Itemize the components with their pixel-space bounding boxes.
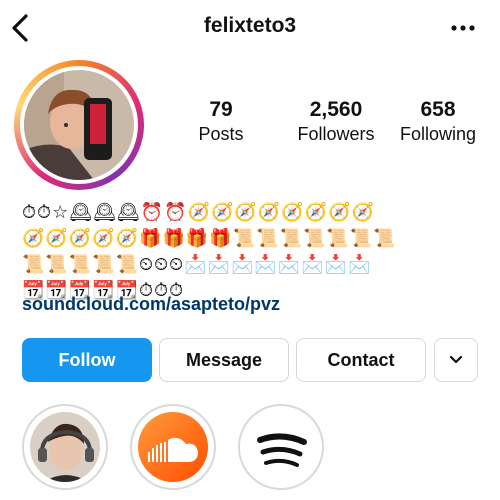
portrait-icon — [30, 412, 100, 482]
highlight-portrait[interactable] — [22, 404, 108, 490]
followers-label: Followers — [297, 124, 375, 144]
bio-link[interactable]: soundcloud.com/asapteto/pvz — [22, 294, 280, 315]
more-options-button[interactable] — [450, 16, 476, 40]
avatar-photo — [24, 70, 134, 180]
posts-label: Posts — [198, 124, 244, 144]
posts-stat[interactable]: 79 Posts — [186, 98, 256, 146]
message-button[interactable]: Message — [159, 338, 289, 382]
follow-button[interactable]: Follow — [22, 338, 152, 382]
profile-username: felixteto3 — [203, 14, 297, 37]
more-horizontal-icon — [451, 25, 475, 31]
soundcloud-icon — [138, 412, 208, 482]
bio-emoji-row: 🧭🧭🧭🧭🧭🎁🎁🎁🎁📜📜📜📜📜📜📜 — [22, 228, 397, 248]
spotify-icon — [246, 412, 316, 482]
avatar-ring-gap — [20, 66, 138, 184]
following-stat[interactable]: 658 Following — [388, 98, 488, 146]
chevron-down-icon — [449, 355, 463, 364]
following-count: 658 — [420, 98, 456, 121]
suggested-dropdown-button[interactable] — [434, 338, 478, 382]
profile-avatar[interactable] — [14, 60, 144, 190]
contact-button[interactable]: Contact — [296, 338, 426, 382]
highlight-spotify[interactable] — [238, 404, 324, 490]
bio-emoji-row: ⏱⏱☆🕰🕰🕰⏰⏰🧭🧭🧭🧭🧭🧭🧭🧭 — [22, 202, 375, 222]
followers-stat[interactable]: 2,560 Followers — [280, 98, 392, 146]
followers-count: 2,560 — [309, 98, 363, 121]
highlight-soundcloud[interactable] — [130, 404, 216, 490]
bio-emoji-block: ⏱⏱☆🕰🕰🕰⏰⏰🧭🧭🧭🧭🧭🧭🧭🧭 🧭🧭🧭🧭🧭🎁🎁🎁🎁📜📜📜📜📜📜📜 📜📜📜📜📜⏲… — [22, 200, 482, 304]
following-label: Following — [399, 124, 477, 144]
bio-emoji-row: 📜📜📜📜📜⏲⏲⏲📩📩📩📩📩📩📩📩 — [22, 254, 372, 274]
top-bar: felixteto3 — [0, 0, 500, 56]
posts-count: 79 — [209, 98, 233, 121]
